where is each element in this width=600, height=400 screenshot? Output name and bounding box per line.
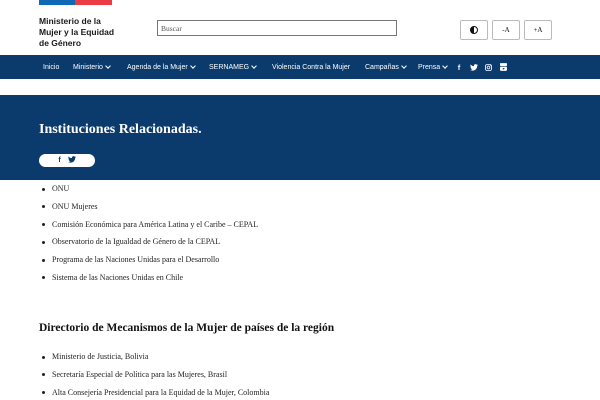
- related-institutions-list: ONU ONU Mujeres Comisión Económica para …: [41, 183, 258, 290]
- directory-list: Ministerio de Justicia, Bolivia Secretar…: [41, 351, 269, 400]
- flag-blue-stripe: [39, 0, 75, 5]
- header-spacer: [0, 79, 600, 95]
- list-item[interactable]: Comisión Económica para América Latina y…: [41, 219, 258, 237]
- facebook-icon[interactable]: f: [454, 63, 464, 72]
- font-decrease-button[interactable]: -A: [492, 20, 520, 40]
- nav-item-label: Campañas: [365, 63, 399, 71]
- list-item[interactable]: ONU Mujeres: [41, 201, 258, 219]
- nav-item-campanas[interactable]: Campañas: [365, 63, 407, 71]
- list-item[interactable]: Observatorio de la Igualdad de Género de…: [41, 236, 258, 254]
- ministry-logo[interactable]: Ministerio de la Mujer y la Equidad de G…: [39, 16, 149, 49]
- youtube-icon[interactable]: [498, 63, 508, 71]
- logo-line: de Género: [39, 38, 82, 48]
- contrast-toggle-button[interactable]: [460, 20, 488, 40]
- nav-item-label: Ministerio: [73, 63, 103, 71]
- logo-line: Mujer y la Equidad: [39, 27, 115, 37]
- list-item[interactable]: ONU: [41, 183, 258, 201]
- chevron-down-icon: [251, 63, 257, 69]
- contrast-icon: [470, 26, 478, 34]
- nav-item-violencia[interactable]: Violencia Contra la Mujer: [272, 64, 350, 71]
- chevron-down-icon: [105, 63, 111, 69]
- flag-red-stripe: [75, 0, 112, 5]
- list-item[interactable]: Ministerio de Justicia, Bolivia: [41, 351, 269, 369]
- nav-item-label: Violencia Contra la Mujer: [272, 63, 351, 71]
- instagram-icon[interactable]: [483, 63, 493, 71]
- nav-item-label: Prensa: [418, 63, 441, 71]
- nav-item-label: Inicio: [43, 63, 60, 71]
- font-increase-button[interactable]: +A: [524, 20, 552, 40]
- nav-item-label: Agenda de la Mujer: [127, 63, 188, 71]
- nav-item-prensa[interactable]: Prensa: [418, 63, 449, 71]
- directory-heading: Directorio de Mecanismos de la Mujer de …: [39, 322, 335, 334]
- nav-item-agenda[interactable]: Agenda de la Mujer: [127, 63, 196, 71]
- share-buttons: f: [39, 154, 95, 167]
- list-item[interactable]: Secretaría Especial de Política para las…: [41, 369, 269, 387]
- page-hero: Instituciones Relacionadas. f: [0, 95, 600, 180]
- twitter-icon[interactable]: [468, 63, 480, 71]
- chevron-down-icon: [442, 63, 449, 69]
- twitter-icon[interactable]: [67, 156, 76, 165]
- list-item[interactable]: Alta Consejería Presidencial para la Equ…: [41, 387, 269, 400]
- search-input[interactable]: [157, 20, 397, 36]
- page-title: Instituciones Relacionadas.: [39, 122, 202, 137]
- list-item[interactable]: Programa de las Naciones Unidas para el …: [41, 254, 258, 272]
- facebook-icon[interactable]: f: [58, 157, 60, 164]
- nav-item-inicio[interactable]: Inicio: [43, 64, 59, 71]
- logo-line: Ministerio de la: [39, 16, 101, 26]
- chevron-down-icon: [189, 63, 196, 69]
- list-item[interactable]: Sistema de las Naciones Unidas en Chile: [41, 272, 258, 290]
- main-navigation: Inicio Ministerio Agenda de la Mujer SER…: [0, 55, 600, 79]
- flag-bar: [39, 0, 112, 5]
- nav-item-ministerio[interactable]: Ministerio: [73, 63, 111, 71]
- nav-item-sernameg[interactable]: SERNAMEG: [209, 63, 257, 71]
- chevron-down-icon: [401, 63, 407, 69]
- nav-item-label: SERNAMEG: [209, 63, 250, 71]
